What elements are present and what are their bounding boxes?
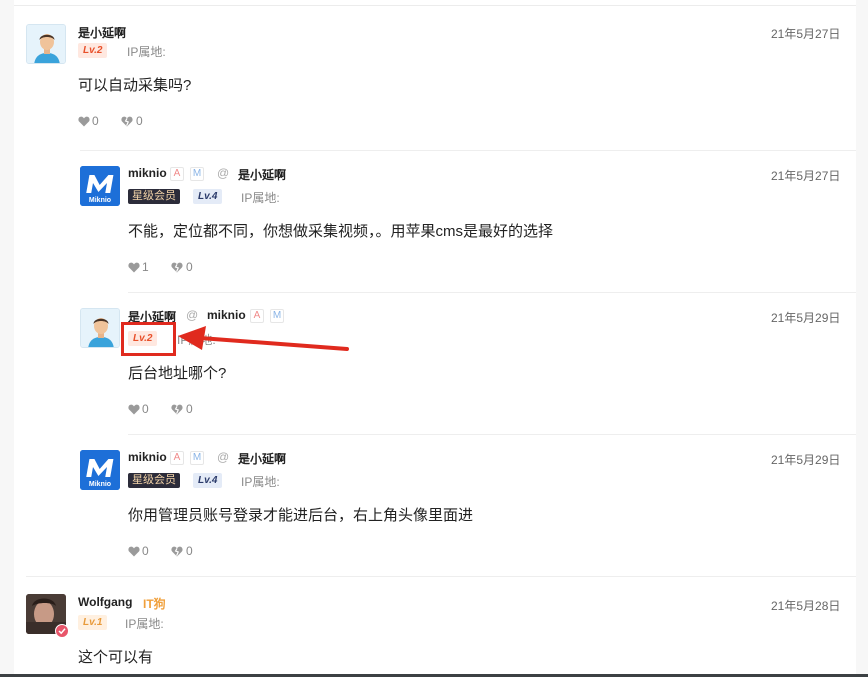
author-tags: A M bbox=[170, 167, 210, 181]
author-tag-a: A bbox=[170, 451, 184, 465]
level-badge: Lv.1 bbox=[78, 615, 108, 630]
reply-at-symbol: @ bbox=[186, 308, 199, 322]
divider bbox=[80, 150, 856, 151]
divider bbox=[26, 576, 856, 577]
divider bbox=[128, 292, 856, 293]
level-badge: Lv.2 bbox=[78, 43, 108, 58]
reply-target[interactable]: 是小延啊 bbox=[238, 166, 286, 183]
miknio-logo-icon: Miknio bbox=[80, 450, 120, 490]
author-tag-m: M bbox=[190, 167, 204, 181]
comment-author[interactable]: miknio bbox=[128, 166, 167, 180]
author-tag-a: A bbox=[170, 167, 184, 181]
vip-badge: 星级会员 bbox=[128, 473, 180, 488]
comment-actions: 0 0 bbox=[78, 114, 161, 130]
like-count: 0 bbox=[92, 114, 99, 128]
reply-target[interactable]: miknio bbox=[207, 308, 246, 322]
user-avatar[interactable] bbox=[80, 308, 120, 348]
like-count: 1 bbox=[142, 260, 149, 274]
annotation-arrow bbox=[178, 326, 349, 351]
like-count: 0 bbox=[142, 544, 149, 558]
level-badge: Lv.4 bbox=[193, 473, 223, 488]
ip-location-label: IP属地: bbox=[241, 475, 280, 489]
ip-location-label: IP属地: bbox=[241, 191, 280, 205]
dislike-button[interactable]: 0 bbox=[120, 114, 143, 128]
comment-actions: 1 0 bbox=[128, 260, 211, 276]
dislike-button[interactable]: 0 bbox=[170, 260, 193, 274]
comment-time: 21年5月28日 bbox=[771, 599, 841, 613]
window-left-gutter bbox=[0, 0, 14, 677]
author-tag-a: A bbox=[250, 309, 264, 323]
author-tags: A M bbox=[170, 451, 210, 465]
comment-content: 可以自动采集吗? bbox=[78, 77, 192, 94]
miknio-logo-icon: Miknio bbox=[80, 166, 120, 206]
comment-content: 不能，定位都不同，你想做采集视频，。用苹果cms是最好的选择 bbox=[128, 223, 553, 240]
dislike-icon bbox=[121, 116, 133, 126]
comment-time: 21年5月27日 bbox=[771, 27, 841, 41]
like-button[interactable]: 0 bbox=[128, 402, 149, 416]
reply-at-symbol: @ bbox=[217, 166, 230, 180]
like-button[interactable]: 1 bbox=[128, 260, 149, 274]
dislike-count: 0 bbox=[186, 402, 193, 416]
like-icon bbox=[128, 546, 140, 556]
ip-location-label: IP属地: bbox=[127, 45, 166, 59]
window-top-edge bbox=[0, 0, 868, 6]
verified-badge-icon bbox=[55, 624, 69, 638]
dislike-icon bbox=[171, 546, 183, 556]
dislike-icon bbox=[171, 262, 183, 272]
comment-time: 21年5月29日 bbox=[771, 453, 841, 467]
dislike-count: 0 bbox=[136, 114, 143, 128]
ip-location-label: IP属地: bbox=[125, 617, 164, 631]
dislike-button[interactable]: 0 bbox=[170, 402, 193, 416]
like-button[interactable]: 0 bbox=[78, 114, 99, 128]
vip-badge: 星级会员 bbox=[128, 189, 180, 204]
author-tag-m: M bbox=[190, 451, 204, 465]
comment-actions: 0 0 bbox=[128, 544, 211, 560]
dislike-button[interactable]: 0 bbox=[170, 544, 193, 558]
dislike-count: 0 bbox=[186, 544, 193, 558]
like-icon bbox=[78, 116, 90, 126]
comment-author[interactable]: miknio bbox=[128, 450, 167, 464]
annotation-highlight-box bbox=[121, 322, 176, 356]
comment-time: 21年5月27日 bbox=[771, 169, 841, 183]
person-avatar-icon bbox=[81, 309, 119, 347]
author-tag-m: M bbox=[270, 309, 284, 323]
like-count: 0 bbox=[142, 402, 149, 416]
comment-content: 后台地址哪个? bbox=[128, 365, 227, 382]
user-avatar[interactable]: Miknio bbox=[80, 166, 120, 206]
like-icon bbox=[128, 262, 140, 272]
reply-target[interactable]: 是小延啊 bbox=[238, 450, 286, 467]
comment-author[interactable]: 是小延啊 bbox=[78, 24, 126, 41]
logo-text: Miknio bbox=[89, 481, 111, 488]
comment-content: 这个可以有 bbox=[78, 649, 154, 666]
title-badge: IT狗 bbox=[143, 597, 166, 611]
dislike-icon bbox=[171, 404, 183, 414]
comment-time: 21年5月29日 bbox=[771, 311, 841, 325]
reply-target-tags: A M bbox=[250, 309, 290, 323]
user-avatar[interactable]: Miknio bbox=[80, 450, 120, 490]
like-icon bbox=[128, 404, 140, 414]
comment-author[interactable]: Wolfgang bbox=[78, 595, 132, 609]
comment-actions: 0 0 bbox=[128, 402, 211, 418]
logo-text: Miknio bbox=[89, 197, 111, 204]
user-avatar[interactable] bbox=[26, 24, 66, 64]
like-button[interactable]: 0 bbox=[128, 544, 149, 558]
level-badge: Lv.4 bbox=[193, 189, 223, 204]
dislike-count: 0 bbox=[186, 260, 193, 274]
reply-at-symbol: @ bbox=[217, 450, 230, 464]
comment-content: 你用管理员账号登录才能进后台，右上角头像里面进 bbox=[128, 507, 474, 524]
divider bbox=[128, 434, 856, 435]
window-right-gutter bbox=[856, 0, 868, 677]
person-avatar-icon bbox=[27, 25, 65, 63]
